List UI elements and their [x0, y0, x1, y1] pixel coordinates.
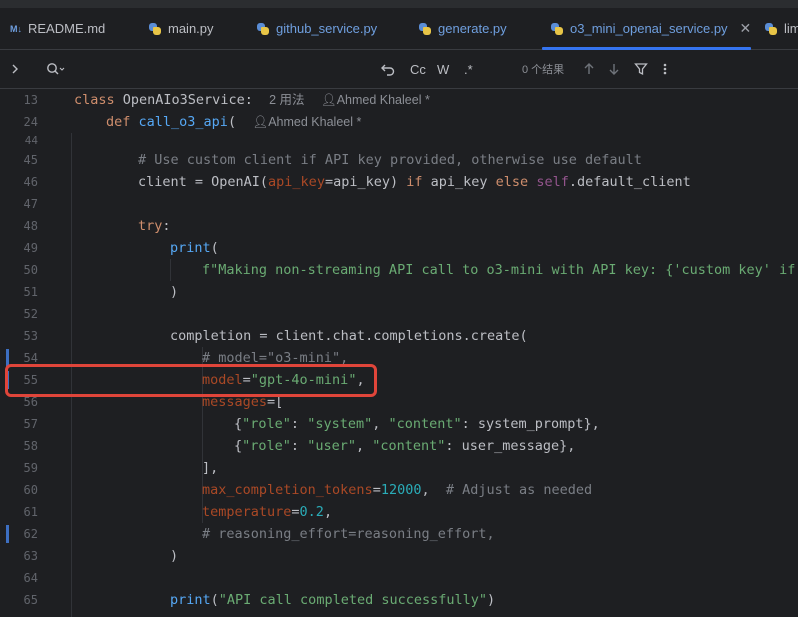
tab-github-service[interactable]: github_service.py	[256, 8, 377, 49]
tab-lim[interactable]: lim	[764, 8, 798, 49]
python-icon	[418, 22, 432, 36]
match-case-button[interactable]: Cc	[410, 50, 426, 88]
tab-label: README.md	[28, 21, 106, 36]
chevron-right-icon[interactable]	[10, 50, 20, 88]
usages-hint[interactable]: 2 用法	[269, 93, 304, 107]
python-icon	[764, 22, 778, 36]
line-number: 51	[23, 285, 38, 299]
tab-generate[interactable]: generate.py	[418, 8, 507, 49]
undo-icon[interactable]	[380, 50, 396, 88]
line-number: 62	[23, 527, 38, 541]
tab-label: o3_mini_openai_service.py	[570, 21, 728, 36]
code-line[interactable]: )	[170, 281, 178, 303]
line-number: 58	[23, 439, 38, 453]
whole-words-button[interactable]: W	[437, 50, 449, 88]
sticky-class-line[interactable]: class OpenAIo3Service: 2 用法 👤︎Ahmed Khal…	[74, 89, 430, 111]
line-number: 49	[23, 241, 38, 255]
python-icon	[256, 22, 270, 36]
code-line[interactable]: print("API call completed successfully")	[170, 589, 495, 611]
line-number: 60	[23, 483, 38, 497]
results-count: 0 个结果	[522, 64, 565, 76]
tab-label: generate.py	[438, 21, 507, 36]
python-icon	[148, 22, 162, 36]
author-icon: 👤︎	[320, 93, 337, 107]
python-icon	[550, 22, 564, 36]
line-number: 52	[23, 307, 38, 321]
arrow-down-icon[interactable]	[608, 50, 620, 88]
line-number: 63	[23, 549, 38, 563]
code-line[interactable]: max_completion_tokens=12000, # Adjust as…	[202, 479, 592, 501]
code-editor[interactable]: class OpenAIo3Service: 2 用法 👤︎Ahmed Khal…	[60, 89, 798, 617]
line-number: 61	[23, 505, 38, 519]
line-number: 48	[23, 219, 38, 233]
code-line[interactable]: completion = client.chat.completions.cre…	[170, 325, 528, 347]
indent-guide	[170, 259, 171, 281]
line-number: 59	[23, 461, 38, 475]
regex-button[interactable]: .*	[464, 50, 473, 88]
window-top-strip	[0, 0, 798, 8]
find-bar: Cc W .* 0 个结果	[0, 50, 798, 89]
line-number: 64	[23, 571, 38, 585]
arrow-up-icon[interactable]	[583, 50, 595, 88]
line-number: 50	[23, 263, 38, 277]
code-line[interactable]: {"role": "user", "content": user_message…	[234, 435, 575, 457]
tab-label: lim	[784, 21, 798, 36]
code-line[interactable]: try:	[138, 215, 171, 237]
more-options-icon[interactable]	[662, 50, 668, 88]
code-line[interactable]: # reasoning_effort=reasoning_effort,	[202, 523, 495, 545]
close-icon[interactable]: ✕	[740, 20, 752, 37]
tab-readme[interactable]: M↓ README.md	[10, 8, 105, 49]
code-line[interactable]: client = OpenAI(api_key=api_key) if api_…	[138, 171, 691, 193]
line-number: 53	[23, 329, 38, 343]
code-line[interactable]: print(	[170, 237, 219, 259]
code-line[interactable]: # Use custom client if API key provided,…	[138, 149, 642, 171]
editor-tab-bar: M↓ README.md main.py github_service.py g…	[0, 8, 798, 50]
line-number: 65	[23, 593, 38, 607]
filter-icon[interactable]	[634, 50, 648, 88]
search-icon[interactable]	[46, 50, 66, 88]
author-icon: 👤︎	[252, 115, 269, 129]
line-number: 46	[23, 175, 38, 189]
author-hint[interactable]: Ahmed Khaleel *	[337, 93, 430, 107]
tab-main-py[interactable]: main.py	[148, 8, 214, 49]
markdown-icon: M↓	[10, 23, 22, 34]
tab-label: github_service.py	[276, 21, 378, 36]
code-line[interactable]: f"Making non-streaming API call to o3-mi…	[202, 259, 798, 281]
line-number: 47	[23, 197, 38, 211]
annotation-highlight-box	[5, 364, 377, 397]
tab-label: main.py	[168, 21, 214, 36]
author-hint[interactable]: Ahmed Khaleel *	[268, 115, 361, 129]
code-line[interactable]: ],	[202, 457, 218, 479]
line-number: 13	[23, 93, 38, 107]
line-number: 57	[23, 417, 38, 431]
line-gutter: 13 24 44 45 46 47 48 49 50 51 52 53 54 5…	[0, 89, 60, 617]
line-number: 45	[23, 153, 38, 167]
code-line[interactable]: {"role": "system", "content": system_pro…	[234, 413, 600, 435]
code-line[interactable]: )	[170, 545, 178, 567]
tab-o3-mini-service[interactable]: o3_mini_openai_service.py ✕	[541, 8, 752, 50]
code-line[interactable]: temperature=0.2,	[202, 501, 332, 523]
sticky-def-line[interactable]: def call_o3_api( 👤︎Ahmed Khaleel *	[106, 111, 362, 133]
